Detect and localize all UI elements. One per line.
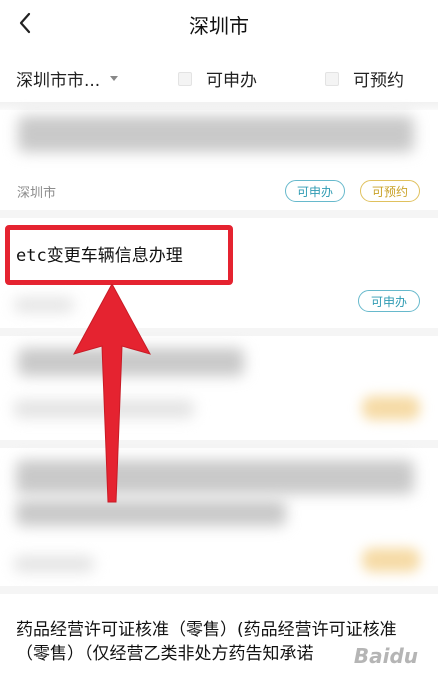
blurred-item-title [18, 116, 414, 152]
tag-can-book: 可预约 [360, 180, 420, 202]
blurred-item-meta [14, 298, 74, 312]
blurred-item-meta [14, 556, 94, 572]
checkbox-icon [178, 71, 192, 86]
divider [0, 586, 438, 594]
highlight-box [5, 225, 233, 285]
blurred-tag [362, 396, 420, 420]
filter-shadow [0, 102, 438, 110]
caret-down-icon [110, 76, 119, 81]
filter-bar: 深圳市市... 可申办 可预约 [0, 56, 438, 100]
watermark-logo: Baidu [353, 644, 418, 668]
filter-can-apply-label: 可申办 [206, 71, 257, 91]
filter-can-book-label: 可预约 [353, 71, 404, 91]
city-dropdown-label: 深圳市市... [16, 71, 101, 91]
top-bar: 深圳市 [0, 0, 438, 46]
item-region: 深圳市 [17, 186, 57, 201]
city-dropdown[interactable]: 深圳市市... [16, 66, 119, 91]
filter-can-book[interactable]: 可预约 [325, 66, 404, 91]
filter-can-apply[interactable]: 可申办 [178, 66, 257, 91]
red-arrow-icon [72, 284, 152, 503]
divider [0, 440, 438, 448]
blurred-tag [362, 548, 420, 572]
page-title: 深圳市 [189, 14, 249, 38]
checkbox-icon [325, 71, 339, 86]
tag-can-apply: 可申办 [358, 290, 420, 312]
tag-can-apply: 可申办 [285, 180, 345, 202]
divider [0, 210, 438, 218]
divider [0, 328, 438, 336]
